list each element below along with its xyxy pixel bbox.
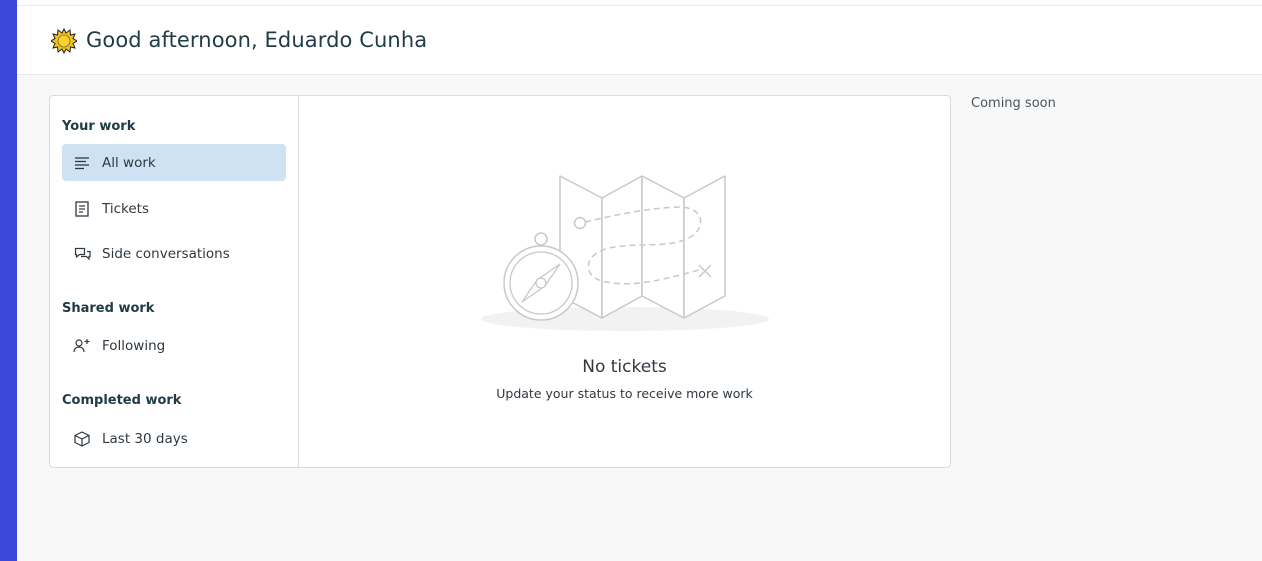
follow-user-icon	[72, 336, 92, 356]
section-title-your-work: Your work	[62, 119, 136, 134]
map-compass-illustration	[479, 174, 771, 338]
sidebar-item-label: Tickets	[102, 200, 149, 217]
empty-state-title: No tickets	[582, 357, 667, 377]
work-panel: Your work All work Tickets Side conversa…	[49, 95, 951, 468]
section-title-completed-work: Completed work	[62, 393, 182, 408]
sidebar-item-label: Last 30 days	[102, 430, 188, 447]
sidebar-item-tickets[interactable]: Tickets	[62, 190, 286, 227]
sidebar-item-all-work[interactable]: All work	[62, 144, 286, 181]
list-icon	[72, 153, 92, 173]
sidebar-item-following[interactable]: Following	[62, 327, 286, 364]
ticket-icon	[72, 199, 92, 219]
empty-state: No tickets Update your status to receive…	[299, 96, 950, 467]
sidebar-item-label: Following	[102, 337, 166, 354]
greeting-title: Good afternoon, Eduardo Cunha	[86, 28, 428, 52]
sidebar-item-last-30-days[interactable]: Last 30 days	[62, 420, 286, 457]
coming-soon-text: Coming soon	[971, 96, 1056, 111]
section-title-shared-work: Shared work	[62, 301, 155, 316]
left-nav-rail	[0, 0, 17, 561]
sun-icon	[50, 27, 78, 55]
sidebar-item-side-conversations[interactable]: Side conversations	[62, 235, 286, 272]
box-icon	[72, 429, 92, 449]
sidebar-item-label: Side conversations	[102, 245, 230, 262]
work-sidebar: Your work All work Tickets Side conversa…	[50, 96, 299, 467]
empty-state-subtitle: Update your status to receive more work	[496, 386, 753, 401]
page-header: Good afternoon, Eduardo Cunha	[17, 0, 1262, 75]
sidebar-item-label: All work	[102, 154, 156, 171]
conversations-icon	[72, 244, 92, 264]
